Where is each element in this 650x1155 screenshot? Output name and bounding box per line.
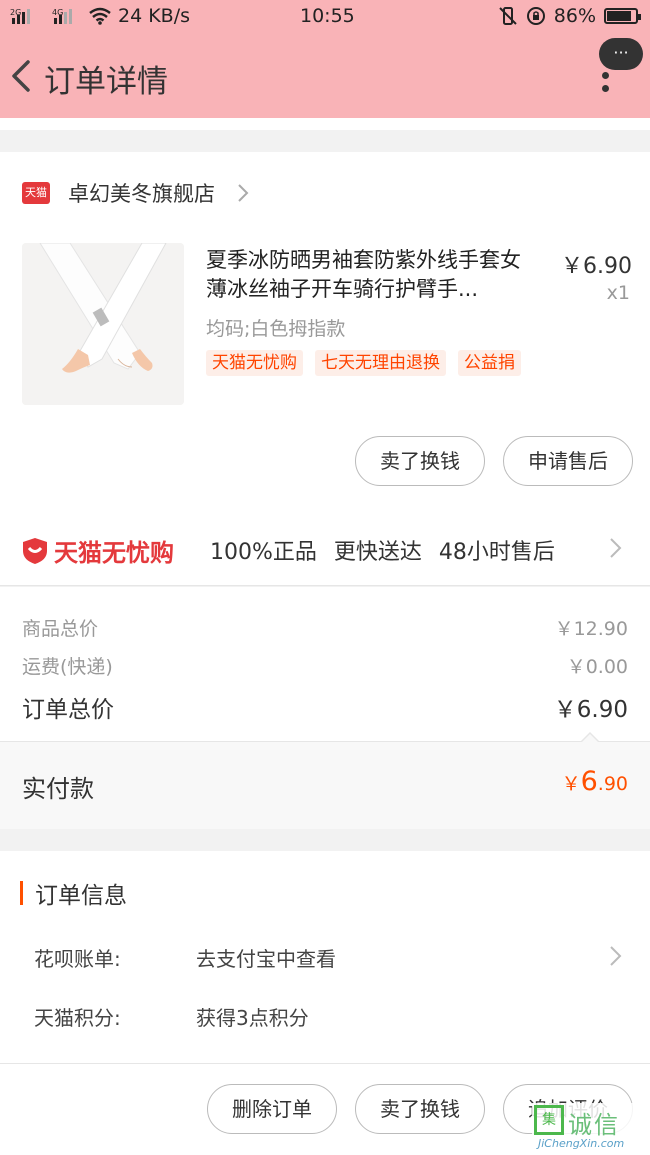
section-accent-bar [20,881,23,905]
back-arrow-icon[interactable] [6,54,36,98]
more-menu-icon[interactable] [602,72,612,92]
page-title: 订单详情 [44,64,168,100]
section-gap [0,829,650,851]
actual-payment-amount: ￥6.90 [562,766,628,797]
arm-sleeve-image [22,243,184,405]
service-tag: 公益捐 [458,350,521,376]
nav-bar: 订单详情 ··· [0,34,650,118]
pay-notch-inner [582,734,598,742]
goods-total-label: 商品总价 [22,618,99,640]
status-right: 86% [498,5,641,27]
product-title[interactable]: 夏季冰防晒男袖套防紫外线手套女薄冰丝袖子开车骑行护臂手... [206,246,541,304]
product-price: ￥6.90 [561,254,632,279]
order-total-label: 订单总价 [22,697,114,723]
vibrate-icon [499,7,517,25]
huabei-label: 花呗账单: [34,947,121,971]
actual-payment-box: 实付款 ￥6.90 [0,741,650,829]
order-total-row: 订单总价 ￥6.90 [22,690,628,724]
network-speed: 24 KB/s [118,5,191,27]
battery-fill [607,11,632,21]
tmall-points-value: 获得3点积分 [196,1006,309,1030]
order-info-title: 订单信息 [35,883,127,909]
header-divider [0,118,650,130]
guarantee-items: 100%正品 更快送达 48小时售后 [210,540,555,565]
amount-integer: 6 [580,766,598,797]
product-spec: 均码;白色拇指款 [206,318,346,340]
chevron-right-icon [238,184,249,202]
signal-4g-icon: 4G [52,8,72,24]
watermark-url: JiChengXin.com [538,1137,625,1150]
goods-total-value: ￥12.90 [554,618,628,640]
goods-total-row: 商品总价 ￥12.90 [22,614,628,641]
rotation-lock-icon [526,7,545,25]
shield-icon [23,537,47,564]
wifi-icon [89,7,111,25]
chevron-right-icon[interactable] [606,942,626,970]
battery-percent: 86% [553,5,596,27]
guarantee-banner[interactable]: 天猫无忧购 100%正品 更快送达 48小时售后 [0,510,650,586]
guarantee-logo: 天猫无忧购 [22,533,174,568]
status-left: 2G 4G 24 KB/s [10,5,190,27]
sell-for-cash-button[interactable]: 卖了换钱 [355,436,485,486]
shipping-label: 运费(快递) [22,656,113,678]
watermark-text: 诚信 [568,1111,620,1139]
actual-payment-label: 实付款 [22,775,94,803]
sell-for-cash-button[interactable]: 卖了换钱 [355,1084,485,1134]
battery-icon [604,8,641,24]
service-tag: 天猫无忧购 [206,350,303,376]
currency-symbol: ￥ [561,773,581,795]
delete-order-button[interactable]: 删除订单 [207,1084,337,1134]
shop-link[interactable]: 天猫 卓幻美冬旗舰店 [22,178,257,208]
more-bubble[interactable]: ··· [599,38,643,70]
product-image[interactable] [22,243,184,405]
shop-name: 卓幻美冬旗舰店 [68,182,215,206]
status-bar: 2G 4G 24 KB/s 10:55 86% [0,0,650,34]
tmall-badge: 天猫 [22,182,50,204]
huabei-link[interactable]: 去支付宝中查看 [196,943,336,972]
signal-2g-icon: 2G [10,8,30,24]
shipping-value: ￥0.00 [566,656,628,678]
apply-after-sale-button[interactable]: 申请售后 [503,436,633,486]
shipping-row: 运费(快递) ￥0.00 [22,652,628,679]
order-info-header: 订单信息 [20,876,127,910]
service-tag: 七天无理由退换 [315,350,446,376]
amount-decimal: .90 [597,773,628,795]
guarantee-logo-text: 天猫无忧购 [54,539,174,567]
product-quantity: x1 [606,282,630,304]
watermark-logo: 集 [534,1105,564,1135]
chevron-right-icon [610,538,622,558]
tmall-points-label: 天猫积分: [34,1006,121,1030]
section-gap [0,130,650,152]
watermark: 集 诚信 JiChengXin.com [532,1103,650,1155]
order-total-value: ￥6.90 [553,697,628,723]
clock: 10:55 [300,5,355,27]
service-tags: 天猫无忧购 七天无理由退换 公益捐 [206,350,521,376]
